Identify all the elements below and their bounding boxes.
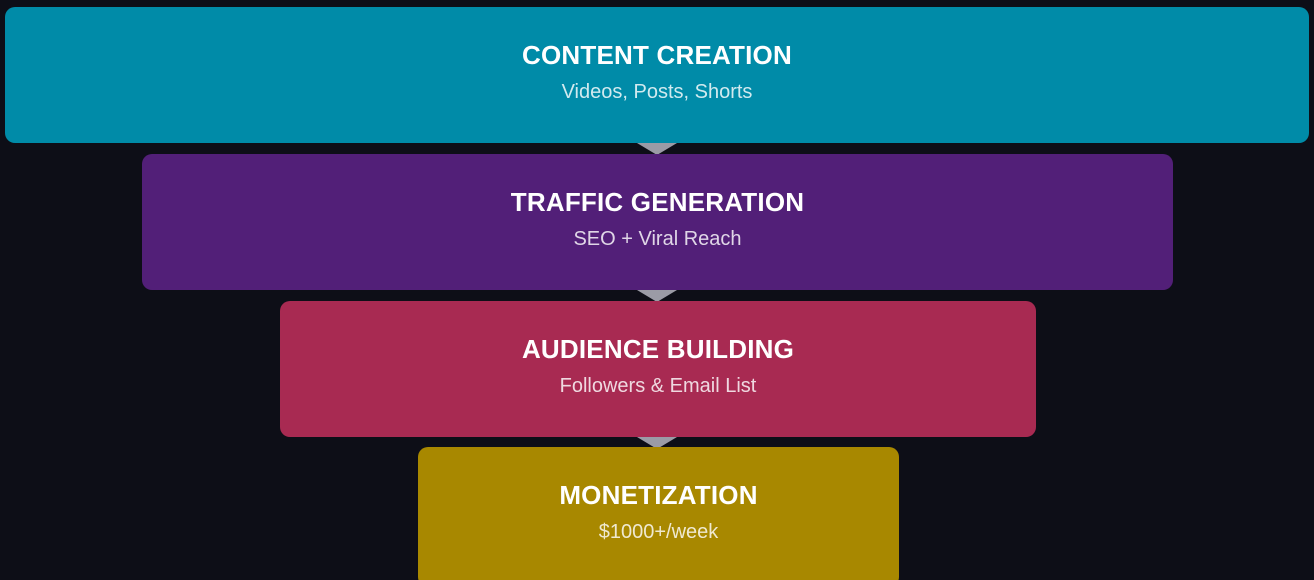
stage-title: CONTENT CREATION bbox=[522, 40, 792, 70]
stage-title: MONETIZATION bbox=[559, 480, 758, 510]
funnel-stage-traffic-generation: TRAFFIC GENERATION SEO + Viral Reach bbox=[142, 154, 1173, 290]
funnel-stage-content-creation: CONTENT CREATION Videos, Posts, Shorts bbox=[5, 7, 1309, 143]
stage-subtitle: Videos, Posts, Shorts bbox=[561, 81, 753, 103]
stage-title: AUDIENCE BUILDING bbox=[521, 334, 795, 364]
stage-subtitle: SEO + Viral Reach bbox=[573, 228, 742, 250]
funnel-stage-audience-building: AUDIENCE BUILDING Followers & Email List bbox=[280, 301, 1036, 437]
stage-subtitle: Followers & Email List bbox=[559, 375, 757, 397]
funnel-stage-monetization: MONETIZATION $1000+/week bbox=[418, 447, 899, 580]
sales-funnel-diagram: CONTENT CREATION Videos, Posts, Shorts T… bbox=[0, 0, 1314, 580]
stage-subtitle: $1000+/week bbox=[598, 521, 719, 543]
stage-title: TRAFFIC GENERATION bbox=[510, 187, 805, 217]
